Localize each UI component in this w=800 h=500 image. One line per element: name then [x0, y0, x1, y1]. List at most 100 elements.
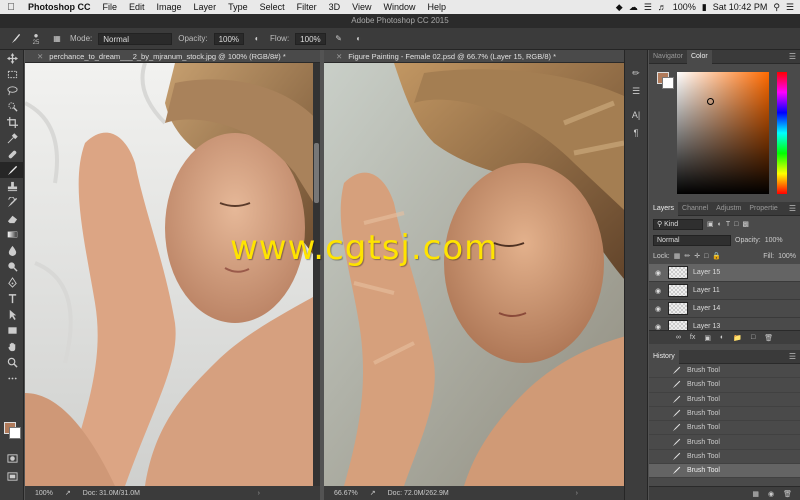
tab-history[interactable]: History — [649, 349, 679, 364]
history-item[interactable]: Brush Tool — [649, 421, 800, 436]
airbrush-icon[interactable]: ✎ — [332, 32, 346, 46]
menu-file[interactable]: File — [97, 2, 124, 12]
hue-slider[interactable] — [777, 72, 787, 194]
delete-layer-icon[interactable]: 🗑 — [764, 334, 773, 342]
brush-settings-icon[interactable]: ✏ — [625, 64, 647, 82]
menu-type[interactable]: Type — [222, 2, 254, 12]
fill-value[interactable]: 100% — [778, 253, 796, 260]
quick-mask-icon[interactable] — [0, 450, 24, 466]
eye-icon[interactable]: ◉ — [653, 305, 663, 313]
gradient-tool-icon[interactable] — [0, 226, 24, 242]
export-icon[interactable]: ↗ — [65, 489, 71, 497]
filter-type-icon[interactable]: T — [726, 221, 730, 228]
brush-panel-icon[interactable]: ▦ — [50, 32, 64, 46]
filter-pixel-icon[interactable]: ▣ — [707, 220, 714, 228]
filter-shape-icon[interactable]: □ — [734, 221, 738, 228]
lock-artboard-icon[interactable]: □ — [704, 253, 708, 260]
photo-canvas[interactable] — [25, 63, 320, 486]
history-item[interactable]: Brush Tool — [649, 364, 800, 379]
delete-state-icon[interactable]: 🗑 — [783, 490, 792, 498]
battery-icon[interactable]: ▮ — [702, 2, 707, 13]
lock-position-icon[interactable]: ✛ — [694, 252, 700, 260]
tab-channels[interactable]: Channel — [678, 202, 712, 216]
lock-transparent-icon[interactable]: ▦ — [674, 252, 681, 260]
vertical-scrollbar[interactable] — [313, 63, 320, 486]
layer-row[interactable]: ◉ Layer 14 — [649, 300, 800, 318]
tab-color[interactable]: Color — [686, 49, 712, 64]
document-tab-photo[interactable]: ✕ perchance_to_dream___2_by_mjranum_stock… — [25, 50, 320, 63]
opacity-field[interactable]: 100% — [213, 32, 245, 45]
zoom-tool-icon[interactable] — [0, 354, 24, 370]
crop-tool-icon[interactable] — [0, 114, 24, 130]
eye-icon[interactable]: ◉ — [653, 323, 663, 331]
history-item[interactable]: Brush Tool — [649, 450, 800, 465]
layer-kind-filter[interactable]: ⚲ Kind — [653, 218, 703, 230]
eyedropper-tool-icon[interactable] — [0, 130, 24, 146]
marquee-tool-icon[interactable] — [0, 66, 24, 82]
filter-smart-icon[interactable]: ▩ — [742, 220, 749, 228]
menu-app[interactable]: Photoshop CC — [22, 2, 97, 12]
clone-stamp-tool-icon[interactable] — [0, 178, 24, 194]
dodge-tool-icon[interactable] — [0, 258, 24, 274]
layer-row[interactable]: ◉ Layer 13 — [649, 318, 800, 330]
eye-icon[interactable]: ◉ — [653, 269, 663, 277]
panel-menu-icon[interactable]: ☰ — [789, 52, 800, 61]
character-panel-icon[interactable]: A| — [625, 106, 647, 124]
pen-tool-icon[interactable] — [0, 274, 24, 290]
brush-size-picker[interactable]: ● 25 — [28, 31, 44, 46]
export-icon[interactable]: ↗ — [370, 489, 376, 497]
blend-mode-select[interactable]: Normal — [653, 234, 731, 246]
panel-menu-icon[interactable]: ☰ — [789, 352, 800, 361]
pressure-size-icon[interactable]: ◐ — [352, 32, 366, 46]
snapshot-icon[interactable]: ◉ — [768, 490, 774, 498]
link-layers-icon[interactable]: ∞ — [676, 334, 681, 341]
move-tool-icon[interactable] — [0, 50, 24, 66]
tab-navigator[interactable]: Navigator — [649, 50, 687, 64]
mode-select[interactable]: Normal — [98, 32, 173, 45]
menu-view[interactable]: View — [346, 2, 377, 12]
new-group-icon[interactable]: 📁 — [733, 334, 742, 342]
layer-opacity-value[interactable]: 100% — [765, 237, 783, 244]
clock[interactable]: Sat 10:42 PM — [713, 2, 768, 12]
lasso-tool-icon[interactable] — [0, 82, 24, 98]
close-tab-icon[interactable]: ✕ — [37, 52, 43, 61]
menu-layer[interactable]: Layer — [188, 2, 223, 12]
color-picker-marker[interactable] — [707, 98, 714, 105]
more-tools-icon[interactable] — [0, 370, 24, 386]
flow-field[interactable]: 100% — [295, 32, 326, 45]
apple-icon[interactable]:  — [0, 2, 22, 13]
adjustment-layer-icon[interactable]: ◐ — [720, 334, 724, 341]
path-select-tool-icon[interactable] — [0, 306, 24, 322]
status-arrow-icon[interactable]: › — [576, 490, 578, 497]
panel-menu-icon[interactable]: ☰ — [789, 204, 800, 213]
healing-brush-tool-icon[interactable] — [0, 146, 24, 162]
tab-layers[interactable]: Layers — [649, 201, 679, 216]
shape-tool-icon[interactable] — [0, 322, 24, 338]
history-item[interactable]: Brush Tool — [649, 435, 800, 450]
filter-adjustment-icon[interactable]: ◐ — [718, 221, 722, 228]
document-tab-painting[interactable]: ✕ Figure Painting - Female 02.psd @ 66.7%… — [324, 50, 638, 63]
add-mask-icon[interactable]: ▣ — [704, 334, 711, 342]
scrollbar-thumb[interactable] — [314, 143, 319, 203]
tab-adjustments[interactable]: Adjustm — [712, 202, 745, 216]
brush-preset-icon[interactable] — [8, 32, 22, 46]
lock-pixels-icon[interactable]: ✏ — [684, 252, 690, 260]
history-item[interactable]: Brush Tool — [649, 378, 800, 393]
volume-icon[interactable]: ♬ — [658, 2, 667, 12]
tab-properties[interactable]: Propertie — [745, 202, 781, 216]
menu-help[interactable]: Help — [421, 2, 452, 12]
menu-window[interactable]: Window — [377, 2, 421, 12]
menu-edit[interactable]: Edit — [123, 2, 151, 12]
history-brush-tool-icon[interactable] — [0, 194, 24, 210]
notification-icon[interactable]: ☰ — [786, 2, 794, 13]
menu-3d[interactable]: 3D — [323, 2, 347, 12]
adjust-sliders-icon[interactable]: ☰ — [625, 82, 647, 100]
history-item[interactable]: Brush Tool — [649, 393, 800, 407]
zoom-level[interactable]: 66.67% — [334, 490, 358, 497]
doc-size[interactable]: Doc: 72.0M/262.9M — [388, 490, 449, 497]
cloud-icon[interactable]: ☁ — [629, 2, 638, 13]
wifi-icon[interactable]: ☰ — [644, 2, 652, 13]
dropbox-icon[interactable]: ◆ — [616, 2, 623, 13]
paragraph-panel-icon[interactable]: ¶ — [625, 124, 647, 142]
menu-select[interactable]: Select — [254, 2, 291, 12]
